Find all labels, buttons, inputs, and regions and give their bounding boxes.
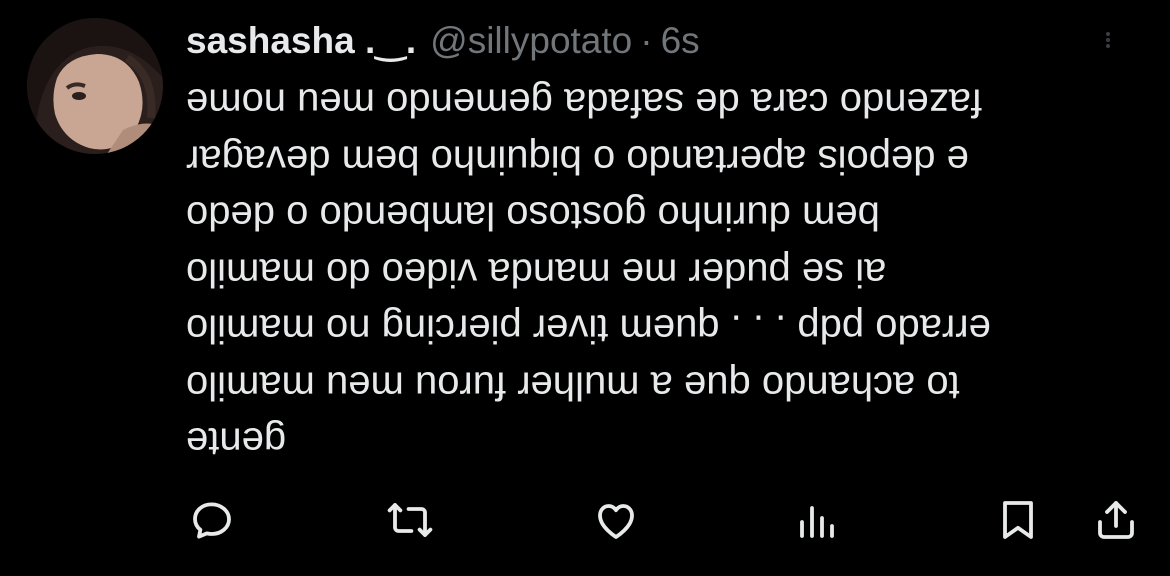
action-bar [0,488,1170,552]
bookmark-button[interactable] [986,488,1050,552]
like-icon [598,504,634,539]
reply-button[interactable] [180,488,244,552]
tweet-header: sashasha .‿. @sillypotato · 6s [186,16,700,66]
bookmark-icon [1003,501,1033,539]
tweet-line: to achando que a mulher furou meu mamilo [186,363,960,407]
display-name[interactable]: sashasha .‿. [186,16,416,66]
tweet-line: gente [186,419,287,464]
tweet-line: fazendo cara de safada gemendo meu nome [186,80,983,125]
avatar[interactable] [27,18,163,154]
tweet-line: errado pdp . . . quem tiver piercing no … [186,306,991,351]
tweet-text: fazendo cara de safada gemendo meu nome … [186,74,1146,470]
like-button[interactable] [584,488,648,552]
share-icon [1098,501,1134,539]
retweet-icon [387,503,433,537]
retweet-button[interactable] [378,488,442,552]
tweet: sashasha .‿. @sillypotato · 6s fazendo c… [0,0,1170,576]
tweet-line: bem durinho gostoso lambendo o dedo [186,193,880,238]
timestamp[interactable]: 6s [661,16,700,66]
tweet-line: ai se puder me manda video do mamilo [186,250,887,294]
reply-icon [193,502,231,539]
user-handle[interactable]: @sillypotato [430,16,632,66]
views-button[interactable] [785,488,849,552]
header-separator: · [640,20,653,61]
share-button[interactable] [1084,488,1148,552]
more-options-icon[interactable] [1098,30,1118,50]
views-icon [800,506,834,538]
tweet-line: e depois apertando o biquinho bem devaga… [186,137,969,181]
